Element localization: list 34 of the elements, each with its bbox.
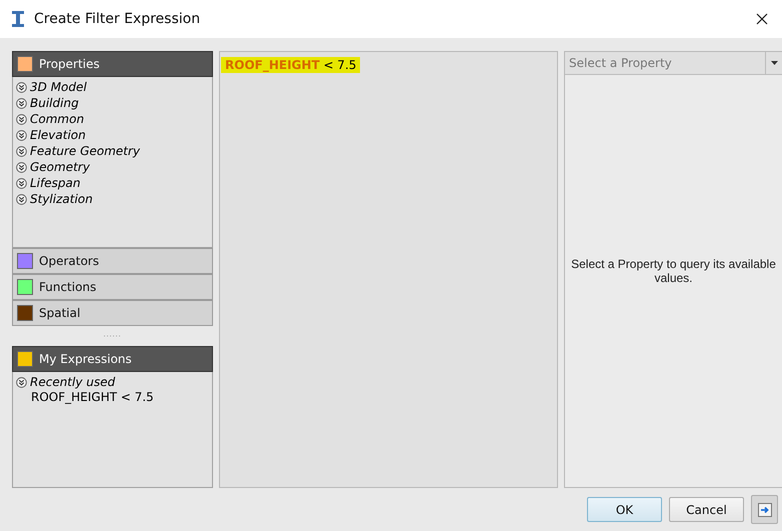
expand-icon[interactable]	[16, 114, 27, 124]
property-group[interactable]: 3D Model	[30, 80, 87, 94]
caret-icon	[770, 61, 778, 65]
category-header[interactable]: My Expressions	[12, 346, 213, 372]
close-icon[interactable]	[756, 13, 768, 25]
saved-expression[interactable]: ROOF_HEIGHT < 7.5	[31, 390, 154, 404]
expand-icon[interactable]	[16, 376, 27, 388]
expression-group[interactable]: Recently used	[30, 375, 116, 389]
expand-icon[interactable]	[16, 178, 27, 188]
property-group[interactable]: Building	[30, 96, 79, 110]
expand-icon[interactable]	[16, 162, 27, 172]
property-group[interactable]: Common	[30, 112, 84, 126]
app-icon	[10, 10, 26, 28]
expand-icon[interactable]	[16, 146, 27, 156]
property-group[interactable]: Geometry	[30, 160, 90, 174]
window-title: Create Filter Expression	[34, 11, 202, 27]
arrow-button[interactable]	[751, 495, 778, 524]
expand-icon[interactable]	[16, 98, 27, 108]
category-header[interactable]: Operators	[12, 248, 213, 274]
category-header[interactable]: Properties	[12, 51, 213, 77]
expand-icon[interactable]	[16, 194, 27, 204]
cancel-button[interactable]: Cancel	[669, 497, 744, 522]
property-group[interactable]: Lifespan	[30, 176, 80, 190]
expand-icon[interactable]	[16, 130, 27, 140]
expression-editor[interactable]: ROOF_HEIGHT < 7.5	[219, 51, 558, 488]
category-header[interactable]: Spatial	[12, 300, 213, 326]
expression-text: ROOF_HEIGHT < 7.5	[221, 57, 360, 73]
values-hint: Select a Property to query its available values.	[570, 256, 777, 287]
expand-icon[interactable]	[16, 82, 27, 92]
property-group[interactable]: Elevation	[30, 128, 86, 142]
property-group[interactable]: Feature Geometry	[30, 144, 140, 158]
ok-button[interactable]: OK	[587, 497, 662, 522]
property-group[interactable]: Stylization	[30, 192, 93, 206]
category-header[interactable]: Functions	[12, 274, 213, 300]
